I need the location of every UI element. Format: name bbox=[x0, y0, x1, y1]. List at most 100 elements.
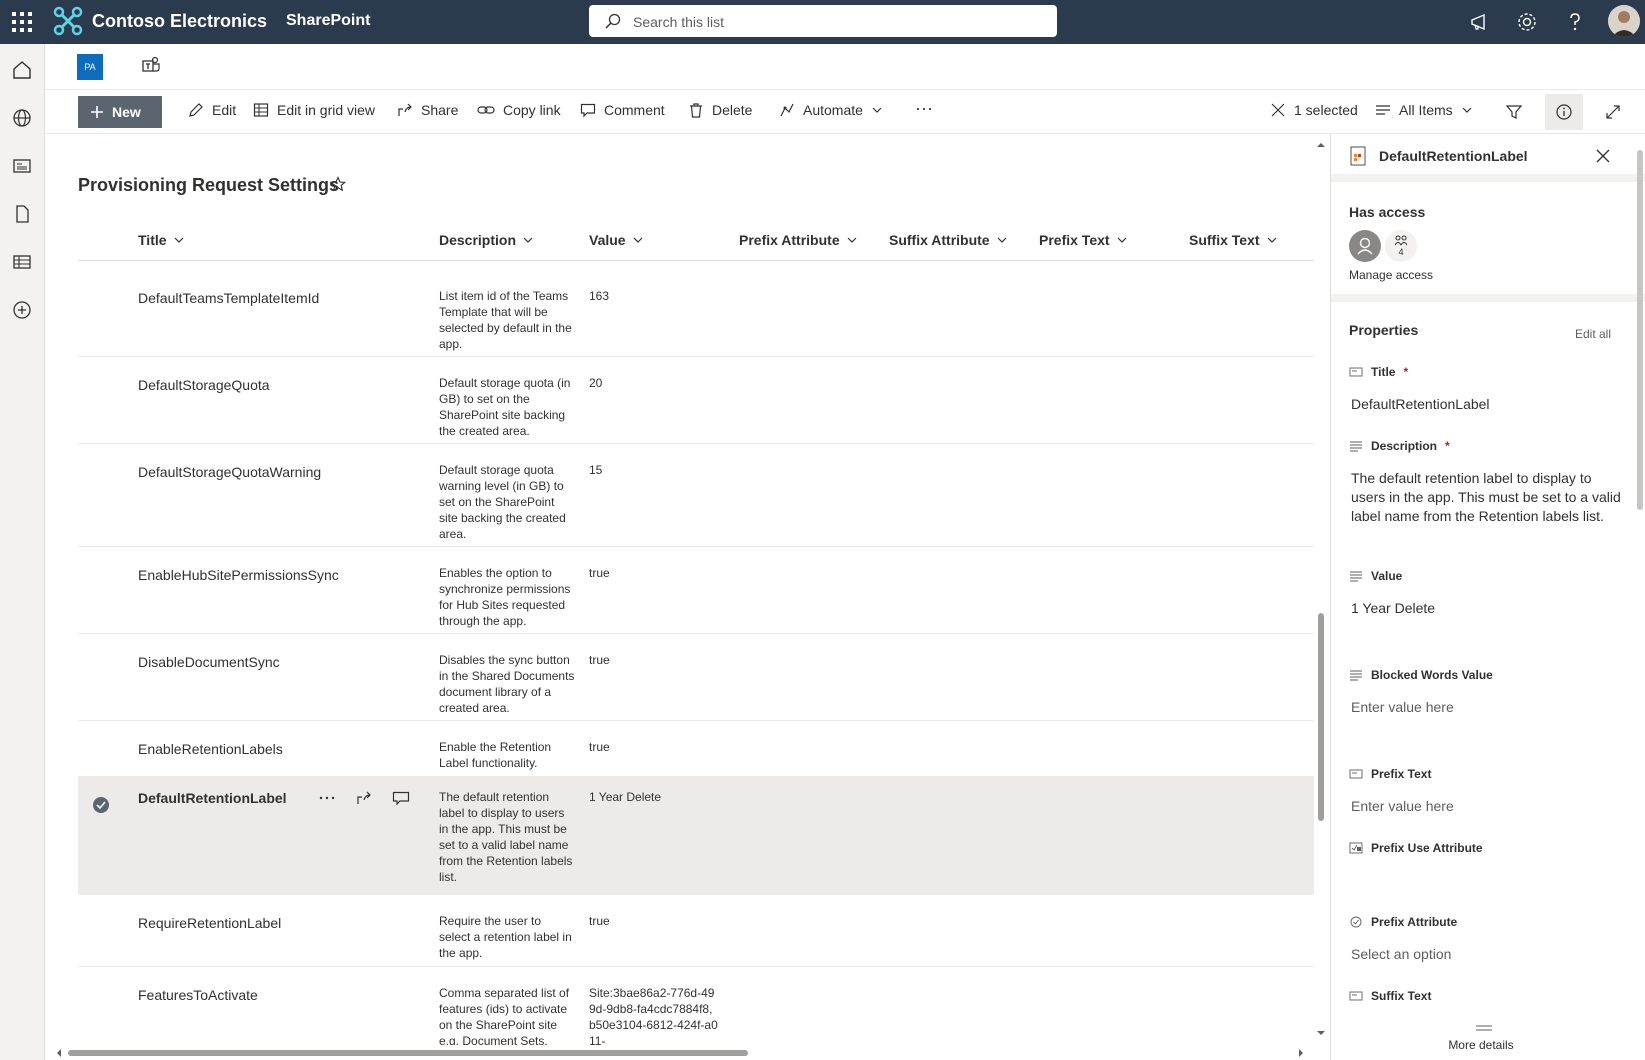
new-button[interactable]: New bbox=[78, 96, 162, 128]
chevron-down-icon bbox=[1267, 237, 1276, 243]
title-field-label: Title * bbox=[1349, 365, 1408, 379]
user-avatar[interactable] bbox=[1608, 5, 1640, 37]
app-name[interactable]: SharePoint bbox=[286, 12, 370, 30]
more-details-link[interactable]: More details bbox=[1331, 1038, 1631, 1052]
table-row[interactable]: DefaultStorageQuota Default storage quot… bbox=[78, 357, 1314, 444]
field-label: Suffix Text bbox=[1371, 989, 1432, 1003]
scroll-thumb[interactable] bbox=[1318, 613, 1324, 821]
chevron-down-icon bbox=[872, 107, 882, 113]
user-access-avatar[interactable] bbox=[1349, 230, 1381, 262]
table-row[interactable]: FeaturesToActivate Comma separated list … bbox=[78, 967, 1314, 1045]
search-input[interactable]: Search this list bbox=[589, 5, 1057, 37]
table-row[interactable]: EnableRetentionLabels Enable the Retenti… bbox=[78, 721, 1314, 777]
prefix-attribute-field-value[interactable]: Select an option bbox=[1351, 945, 1621, 964]
edit-button[interactable]: Edit bbox=[188, 102, 236, 118]
table-row[interactable]: DefaultTeamsTemplateItemId List item id … bbox=[78, 270, 1314, 357]
info-pane-button[interactable] bbox=[1545, 94, 1583, 130]
row-description: Default storage quota (in GB) to set on … bbox=[439, 376, 571, 438]
news-icon[interactable] bbox=[11, 155, 33, 177]
table-row[interactable]: DefaultStorageQuotaWarning Default stora… bbox=[78, 444, 1314, 547]
search-placeholder: Search this list bbox=[633, 14, 725, 30]
teams-icon[interactable] bbox=[141, 56, 161, 74]
close-icon[interactable] bbox=[1595, 148, 1611, 164]
column-header-suffix-text[interactable]: Suffix Text bbox=[1189, 232, 1278, 248]
row-title[interactable]: FeaturesToActivate bbox=[138, 987, 258, 1003]
brand-name[interactable]: Contoso Electronics bbox=[92, 11, 267, 32]
share-button[interactable]: Share bbox=[397, 102, 458, 118]
more-commands-button[interactable]: ··· bbox=[915, 98, 933, 119]
favorite-star-icon[interactable] bbox=[330, 176, 346, 192]
list-title: Provisioning Request Settings bbox=[78, 175, 340, 195]
scroll-left-arrow-icon[interactable] bbox=[54, 1048, 64, 1058]
table-row[interactable]: DisableDocumentSync Disables the sync bu… bbox=[78, 634, 1314, 721]
megaphone-icon[interactable] bbox=[1468, 10, 1492, 34]
row-title[interactable]: RequireRetentionLabel bbox=[138, 915, 281, 931]
column-header-label: Suffix Attribute bbox=[889, 232, 990, 248]
row-title[interactable]: EnableHubSitePermissionsSync bbox=[138, 567, 339, 583]
row-title[interactable]: DisableDocumentSync bbox=[138, 654, 280, 670]
home-icon[interactable] bbox=[11, 59, 33, 81]
scroll-down-arrow-icon[interactable] bbox=[1316, 1028, 1326, 1038]
create-icon[interactable] bbox=[11, 299, 33, 321]
scroll-up-arrow-icon[interactable] bbox=[1316, 140, 1326, 150]
group-access-avatar[interactable]: 4 bbox=[1385, 230, 1417, 262]
edit-all-link[interactable]: Edit all bbox=[1575, 327, 1611, 341]
list-vertical-scrollbar[interactable] bbox=[1316, 140, 1326, 1040]
column-header-suffix-attribute[interactable]: Suffix Attribute bbox=[889, 232, 1008, 248]
list-icon[interactable] bbox=[11, 251, 33, 273]
row-title[interactable]: EnableRetentionLabels bbox=[138, 741, 283, 757]
row-title[interactable]: DefaultStorageQuota bbox=[138, 377, 270, 393]
blocked-words-field-value[interactable]: Enter value here bbox=[1351, 698, 1621, 717]
scroll-thumb[interactable] bbox=[68, 1050, 748, 1056]
search-icon bbox=[605, 13, 621, 29]
row-title[interactable]: DefaultStorageQuotaWarning bbox=[138, 464, 321, 480]
column-header-description[interactable]: Description bbox=[439, 232, 534, 248]
globe-icon[interactable] bbox=[11, 107, 33, 129]
waffle-icon[interactable] bbox=[10, 10, 34, 34]
column-header-prefix-text[interactable]: Prefix Text bbox=[1039, 232, 1128, 248]
more-actions-icon[interactable] bbox=[318, 790, 336, 806]
prefix-text-field-value[interactable]: Enter value here bbox=[1351, 797, 1621, 816]
automate-button[interactable]: Automate bbox=[779, 102, 883, 118]
column-header-label: Description bbox=[439, 232, 517, 248]
title-field-value[interactable]: DefaultRetentionLabel bbox=[1351, 395, 1621, 414]
list-horizontal-scrollbar[interactable] bbox=[54, 1048, 1306, 1058]
required-mark: * bbox=[1403, 365, 1409, 379]
comment-button[interactable]: Comment bbox=[580, 102, 665, 118]
row-description: The default retention label to display t… bbox=[439, 790, 573, 884]
list-item-icon bbox=[1350, 146, 1366, 166]
panel-scrollbar[interactable] bbox=[1636, 150, 1644, 1050]
view-selector[interactable]: All Items bbox=[1375, 102, 1473, 118]
column-header-prefix-attribute[interactable]: Prefix Attribute bbox=[739, 232, 858, 248]
help-icon[interactable] bbox=[1563, 10, 1587, 34]
comment-icon[interactable] bbox=[392, 790, 410, 806]
scroll-thumb[interactable] bbox=[1637, 150, 1643, 510]
field-label: Prefix Attribute bbox=[1371, 915, 1458, 929]
site-logo[interactable]: PA bbox=[77, 54, 103, 80]
clear-selection-button[interactable]: 1 selected bbox=[1270, 102, 1358, 118]
share-icon[interactable] bbox=[356, 790, 372, 806]
scroll-right-arrow-icon[interactable] bbox=[1296, 1048, 1306, 1058]
expand-icon[interactable] bbox=[1605, 104, 1621, 120]
edit-grid-button[interactable]: Edit in grid view bbox=[253, 102, 375, 118]
document-icon[interactable] bbox=[11, 203, 33, 225]
gear-icon[interactable] bbox=[1515, 10, 1539, 34]
description-field-value[interactable]: The default retention label to display t… bbox=[1351, 469, 1621, 526]
table-row[interactable]: EnableHubSitePermissionsSync Enables the… bbox=[78, 547, 1314, 634]
column-header-label: Prefix Attribute bbox=[739, 232, 840, 248]
filter-icon[interactable] bbox=[1506, 104, 1522, 120]
value-field-value[interactable]: 1 Year Delete bbox=[1351, 599, 1621, 618]
table-row-selected[interactable]: DefaultRetentionLabel The default retent… bbox=[78, 777, 1314, 895]
row-title[interactable]: DefaultTeamsTemplateItemId bbox=[138, 290, 319, 306]
manage-access-link[interactable]: Manage access bbox=[1349, 268, 1433, 282]
column-header-title[interactable]: Title bbox=[138, 232, 185, 248]
column-header-value[interactable]: Value bbox=[589, 232, 644, 248]
row-title[interactable]: DefaultRetentionLabel bbox=[138, 790, 287, 806]
table-row[interactable]: RequireRetentionLabel Require the user t… bbox=[78, 895, 1314, 967]
copy-link-button[interactable]: Copy link bbox=[477, 102, 561, 118]
row-checkmark-icon[interactable] bbox=[93, 797, 109, 813]
delete-button[interactable]: Delete bbox=[688, 102, 752, 118]
drag-handle-icon[interactable] bbox=[1476, 1025, 1492, 1031]
left-rail bbox=[0, 44, 45, 1060]
description-field-label: Description * bbox=[1349, 439, 1450, 453]
